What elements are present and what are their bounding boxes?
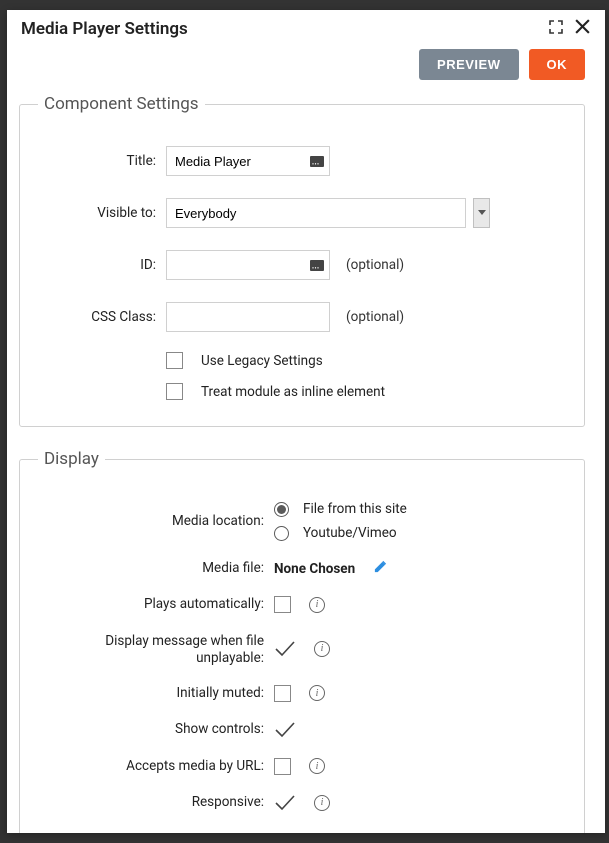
keyboard-icon[interactable] xyxy=(310,156,324,167)
info-icon[interactable]: i xyxy=(314,795,330,811)
visible-label: Visible to: xyxy=(38,205,166,222)
display-section: Display Media location: File from this s… xyxy=(19,449,585,833)
dialog-header: Media Player Settings xyxy=(7,10,605,49)
legacy-label: Use Legacy Settings xyxy=(201,353,323,369)
component-settings-section: Component Settings Title: Visible to: xyxy=(19,94,585,427)
info-icon[interactable]: i xyxy=(314,641,330,657)
settings-dialog: Media Player Settings PREVIEW OK Compone… xyxy=(7,10,605,833)
id-label: ID: xyxy=(38,257,166,274)
pencil-icon[interactable] xyxy=(373,559,388,578)
plays-auto-label: Plays automatically: xyxy=(38,596,274,613)
css-class-label: CSS Class: xyxy=(38,309,166,326)
controls-label: Show controls: xyxy=(38,721,274,738)
ok-button[interactable]: OK xyxy=(529,49,586,80)
close-icon[interactable] xyxy=(574,18,591,39)
youtube-radio-label: Youtube/Vimeo xyxy=(303,525,397,541)
site-radio[interactable] xyxy=(274,502,289,517)
info-icon[interactable]: i xyxy=(309,685,325,701)
display-legend: Display xyxy=(38,449,105,469)
info-icon[interactable]: i xyxy=(309,597,325,613)
visible-select[interactable] xyxy=(166,198,466,228)
component-settings-legend: Component Settings xyxy=(38,94,205,114)
unplayable-toggle[interactable] xyxy=(274,639,296,659)
media-file-value: None Chosen xyxy=(274,561,355,577)
plays-auto-checkbox[interactable] xyxy=(274,596,291,613)
legacy-checkbox[interactable] xyxy=(166,352,183,369)
controls-toggle[interactable] xyxy=(274,720,296,740)
muted-label: Initially muted: xyxy=(38,685,274,702)
keyboard-icon[interactable] xyxy=(310,260,324,271)
dialog-buttons: PREVIEW OK xyxy=(7,49,605,94)
css-class-input[interactable] xyxy=(166,302,330,332)
preview-button[interactable]: PREVIEW xyxy=(419,49,518,80)
optional-label: (optional) xyxy=(346,257,404,273)
responsive-label: Responsive: xyxy=(38,794,274,811)
dialog-title: Media Player Settings xyxy=(21,19,188,39)
chevron-down-icon[interactable] xyxy=(473,198,490,228)
id-input[interactable] xyxy=(166,250,330,280)
info-icon[interactable]: i xyxy=(309,758,325,774)
youtube-radio[interactable] xyxy=(274,526,289,541)
header-icons xyxy=(548,18,591,39)
muted-checkbox[interactable] xyxy=(274,685,291,702)
inline-label: Treat module as inline element xyxy=(201,384,385,400)
unplayable-label: Display message when file unplayable: xyxy=(38,631,274,667)
inline-checkbox[interactable] xyxy=(166,383,183,400)
dialog-body[interactable]: Component Settings Title: Visible to: xyxy=(7,94,605,833)
media-location-label: Media location: xyxy=(38,513,274,530)
url-checkbox[interactable] xyxy=(274,758,291,775)
url-label: Accepts media by URL: xyxy=(38,758,274,775)
responsive-toggle[interactable] xyxy=(274,793,296,813)
title-input[interactable] xyxy=(166,146,330,176)
expand-icon[interactable] xyxy=(548,19,564,39)
optional-label: (optional) xyxy=(346,309,404,325)
title-label: Title: xyxy=(38,153,166,170)
media-file-label: Media file: xyxy=(38,560,274,577)
site-radio-label: File from this site xyxy=(303,501,407,517)
